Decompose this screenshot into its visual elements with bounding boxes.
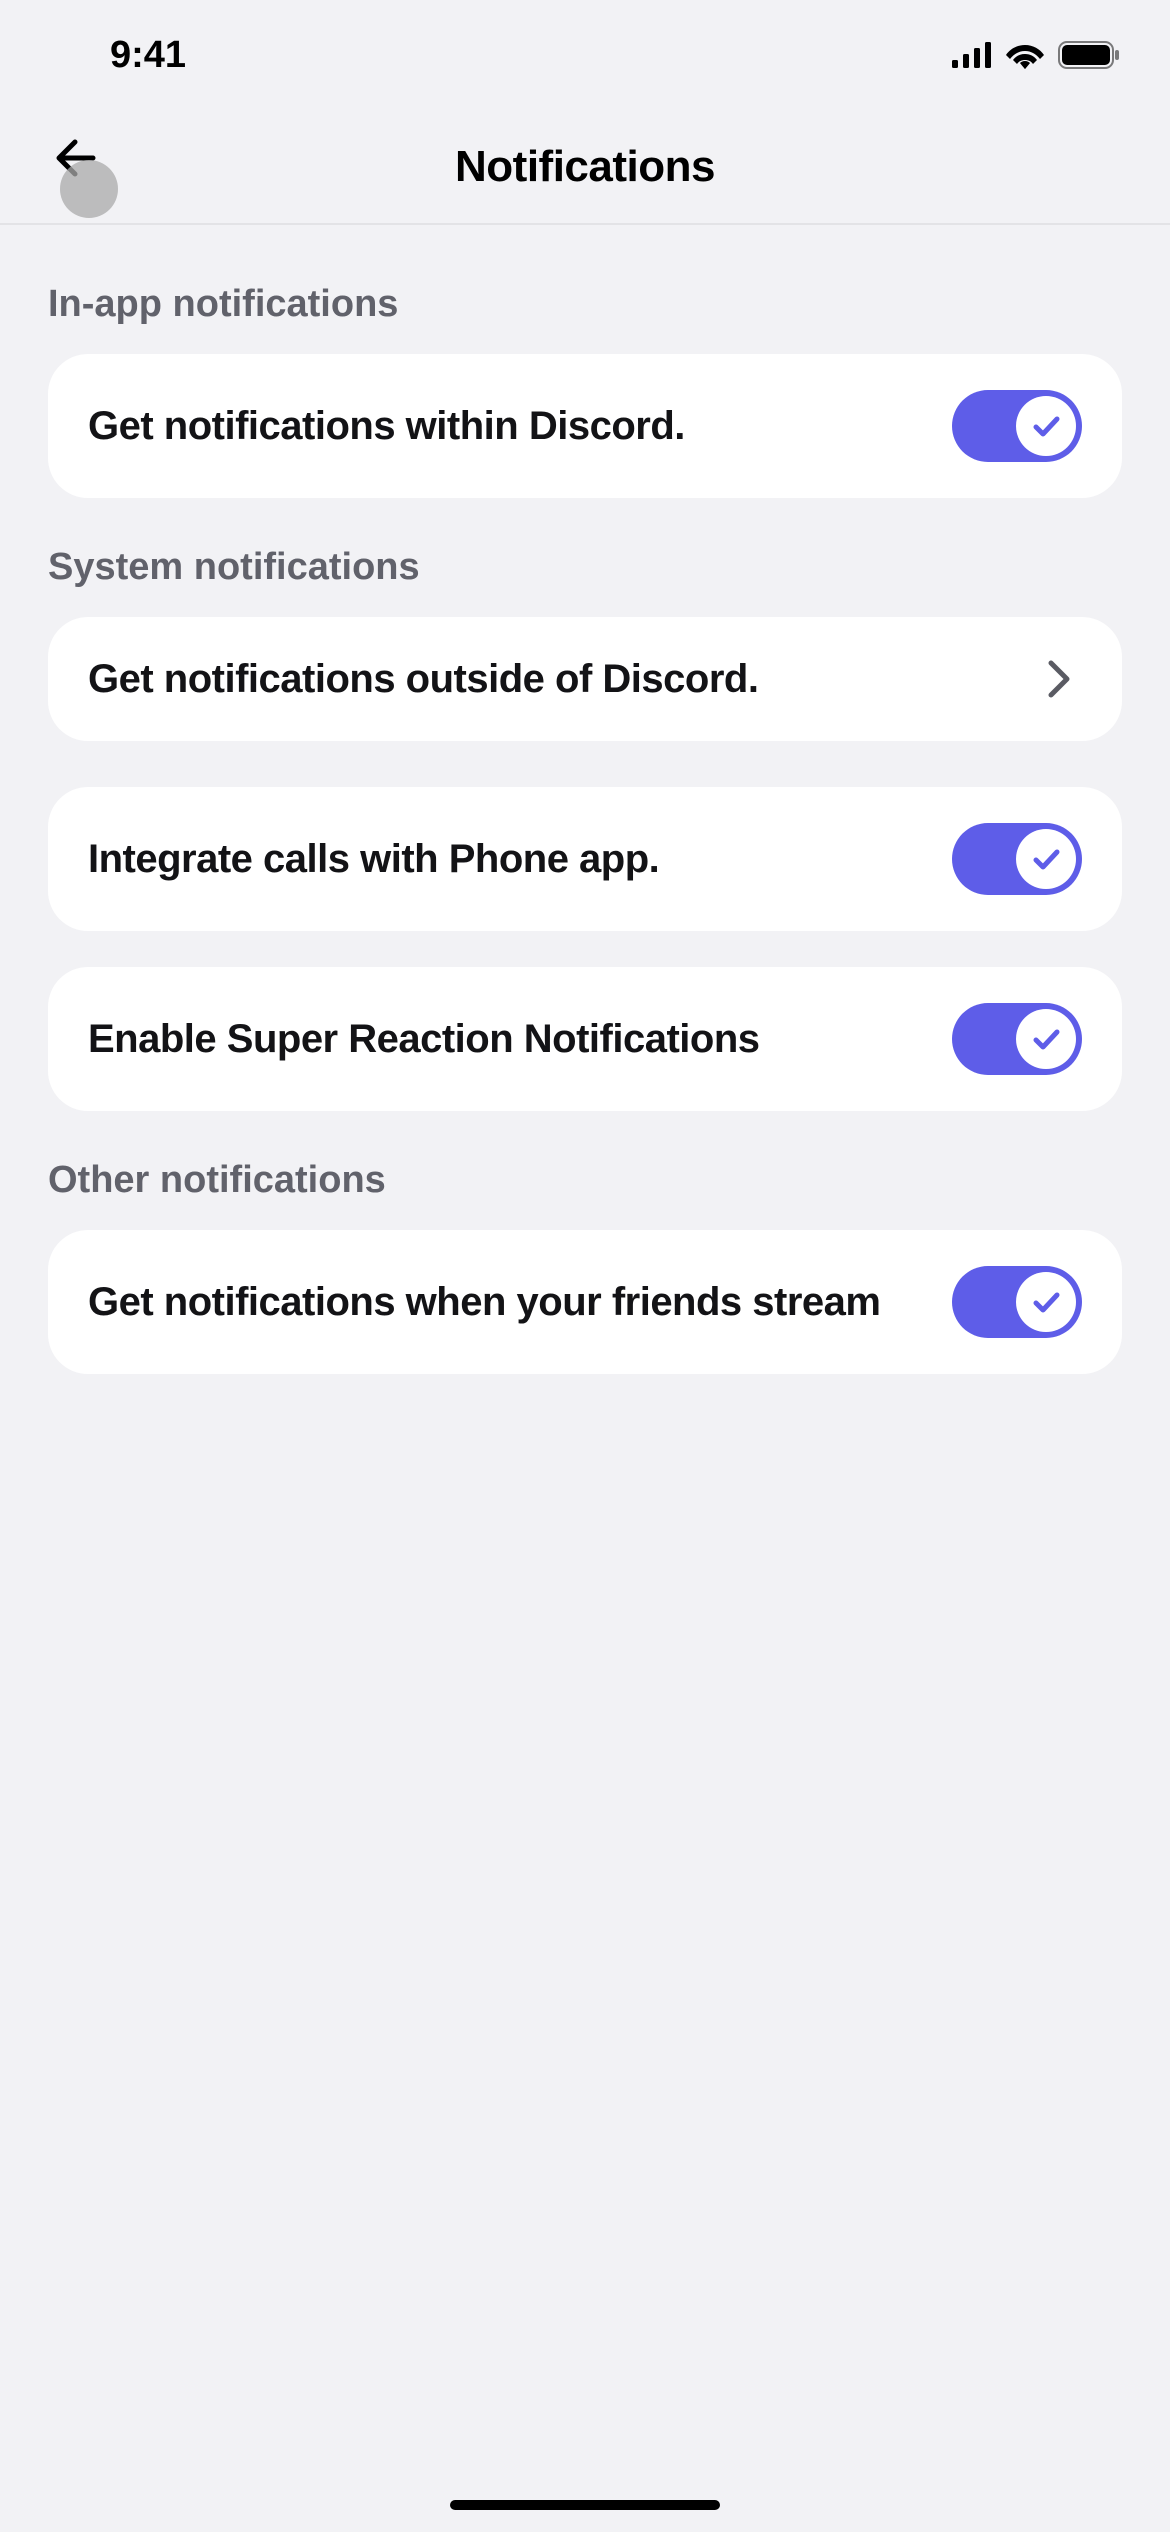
toggle-knob	[1016, 1272, 1076, 1332]
toggle-friends-stream[interactable]	[952, 1266, 1082, 1338]
status-indicators	[952, 41, 1120, 69]
chevron-right-icon	[1046, 659, 1072, 699]
cellular-signal-icon	[952, 42, 992, 68]
toggle-knob	[1016, 1009, 1076, 1069]
section-header-other: Other notifications	[48, 1159, 1122, 1202]
toggle-knob	[1016, 829, 1076, 889]
battery-icon	[1058, 41, 1120, 69]
row-label: Get notifications outside of Discord.	[88, 653, 1046, 705]
row-super-reaction[interactable]: Enable Super Reaction Notifications	[48, 967, 1122, 1111]
status-bar: 9:41	[0, 0, 1170, 110]
section-header-in-app: In-app notifications	[48, 283, 1122, 326]
row-friends-stream[interactable]: Get notifications when your friends stre…	[48, 1230, 1122, 1374]
home-indicator	[450, 2500, 720, 2510]
row-system-notifications[interactable]: Get notifications outside of Discord.	[48, 617, 1122, 741]
page-title: Notifications	[0, 142, 1170, 192]
wifi-icon	[1006, 41, 1044, 69]
toggle-integrate-calls[interactable]	[952, 823, 1082, 895]
nav-header: Notifications	[0, 110, 1170, 225]
check-icon	[1029, 409, 1063, 443]
row-integrate-calls[interactable]: Integrate calls with Phone app.	[48, 787, 1122, 931]
content: In-app notifications Get notifications w…	[0, 225, 1170, 1374]
toggle-knob	[1016, 396, 1076, 456]
toggle-super-reaction[interactable]	[952, 1003, 1082, 1075]
tap-highlight	[60, 160, 118, 218]
row-label: Enable Super Reaction Notifications	[88, 1013, 952, 1065]
row-label: Get notifications within Discord.	[88, 400, 952, 452]
check-icon	[1029, 842, 1063, 876]
section-header-system: System notifications	[48, 546, 1122, 589]
row-label: Integrate calls with Phone app.	[88, 833, 952, 885]
row-in-app-notifications[interactable]: Get notifications within Discord.	[48, 354, 1122, 498]
check-icon	[1029, 1285, 1063, 1319]
check-icon	[1029, 1022, 1063, 1056]
toggle-in-app-notifications[interactable]	[952, 390, 1082, 462]
row-label: Get notifications when your friends stre…	[88, 1276, 952, 1328]
status-time: 9:41	[110, 34, 186, 77]
